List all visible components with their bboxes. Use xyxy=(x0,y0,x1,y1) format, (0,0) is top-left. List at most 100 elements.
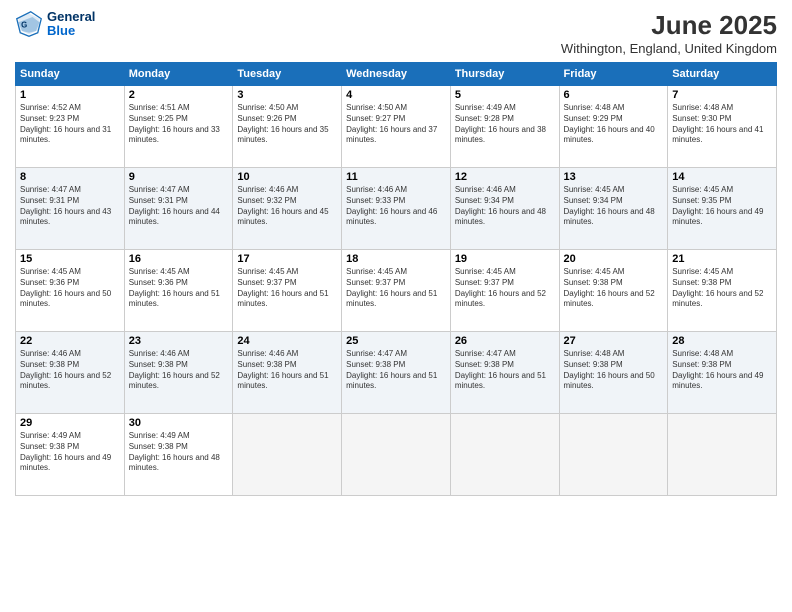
calendar-cell: 16 Sunrise: 4:45 AM Sunset: 9:36 PM Dayli… xyxy=(124,250,233,332)
calendar-cell: 20 Sunrise: 4:45 AM Sunset: 9:38 PM Dayli… xyxy=(559,250,668,332)
calendar-cell: 30 Sunrise: 4:49 AM Sunset: 9:38 PM Dayli… xyxy=(124,414,233,496)
cell-info: Sunrise: 4:46 AM Sunset: 9:33 PM Dayligh… xyxy=(346,185,446,228)
day-number: 20 xyxy=(564,253,664,265)
calendar-cell: 4 Sunrise: 4:50 AM Sunset: 9:27 PM Daylig… xyxy=(342,86,451,168)
cell-info: Sunrise: 4:45 AM Sunset: 9:36 PM Dayligh… xyxy=(129,267,229,310)
day-number: 15 xyxy=(20,253,120,265)
calendar-cell: 23 Sunrise: 4:46 AM Sunset: 9:38 PM Dayli… xyxy=(124,332,233,414)
day-number: 6 xyxy=(564,89,664,101)
calendar-cell: 5 Sunrise: 4:49 AM Sunset: 9:28 PM Daylig… xyxy=(450,86,559,168)
day-number: 4 xyxy=(346,89,446,101)
cell-info: Sunrise: 4:46 AM Sunset: 9:38 PM Dayligh… xyxy=(20,349,120,392)
cell-info: Sunrise: 4:49 AM Sunset: 9:28 PM Dayligh… xyxy=(455,103,555,146)
cell-info: Sunrise: 4:50 AM Sunset: 9:26 PM Dayligh… xyxy=(237,103,337,146)
day-number: 9 xyxy=(129,171,229,183)
calendar-week-row: 22Sunrise: 4:46 AM Sunset: 9:38 PM Dayli… xyxy=(16,332,777,414)
calendar-cell: 26 Sunrise: 4:47 AM Sunset: 9:38 PM Dayli… xyxy=(450,332,559,414)
calendar-cell: 1 Sunrise: 4:52 AM Sunset: 9:23 PM Daylig… xyxy=(16,86,125,168)
cell-info: Sunrise: 4:52 AM Sunset: 9:23 PM Dayligh… xyxy=(20,103,120,146)
calendar-cell xyxy=(342,414,451,496)
cell-info: Sunrise: 4:49 AM Sunset: 9:38 PM Dayligh… xyxy=(129,431,229,474)
cell-info: Sunrise: 4:45 AM Sunset: 9:35 PM Dayligh… xyxy=(672,185,772,228)
calendar-cell: 3 Sunrise: 4:50 AM Sunset: 9:26 PM Daylig… xyxy=(233,86,342,168)
logo: G General Blue xyxy=(15,10,95,39)
cell-info: Sunrise: 4:51 AM Sunset: 9:25 PM Dayligh… xyxy=(129,103,229,146)
day-number: 10 xyxy=(237,171,337,183)
day-number: 19 xyxy=(455,253,555,265)
page-title: June 2025 xyxy=(561,10,777,41)
calendar-cell: 24Sunrise: 4:46 AM Sunset: 9:38 PM Dayli… xyxy=(233,332,342,414)
calendar-week-row: 29 Sunrise: 4:49 AM Sunset: 9:38 PM Dayli… xyxy=(16,414,777,496)
col-header-thursday: Thursday xyxy=(450,63,559,86)
col-header-saturday: Saturday xyxy=(668,63,777,86)
cell-info: Sunrise: 4:48 AM Sunset: 9:29 PM Dayligh… xyxy=(564,103,664,146)
cell-info: Sunrise: 4:47 AM Sunset: 9:38 PM Dayligh… xyxy=(455,349,555,392)
cell-info: Sunrise: 4:48 AM Sunset: 9:38 PM Dayligh… xyxy=(672,349,772,392)
day-number: 25 xyxy=(346,335,446,347)
calendar-week-row: 8 Sunrise: 4:47 AM Sunset: 9:31 PM Daylig… xyxy=(16,168,777,250)
day-number: 3 xyxy=(237,89,337,101)
calendar-cell xyxy=(233,414,342,496)
day-number: 7 xyxy=(672,89,772,101)
cell-info: Sunrise: 4:45 AM Sunset: 9:37 PM Dayligh… xyxy=(237,267,337,310)
day-number: 12 xyxy=(455,171,555,183)
calendar-cell: 8 Sunrise: 4:47 AM Sunset: 9:31 PM Daylig… xyxy=(16,168,125,250)
calendar-cell: 10Sunrise: 4:46 AM Sunset: 9:32 PM Dayli… xyxy=(233,168,342,250)
cell-info: Sunrise: 4:47 AM Sunset: 9:38 PM Dayligh… xyxy=(346,349,446,392)
day-number: 29 xyxy=(20,417,120,429)
cell-info: Sunrise: 4:45 AM Sunset: 9:38 PM Dayligh… xyxy=(564,267,664,310)
calendar-cell: 19 Sunrise: 4:45 AM Sunset: 9:37 PM Dayli… xyxy=(450,250,559,332)
logo-text: General Blue xyxy=(47,10,95,39)
day-number: 11 xyxy=(346,171,446,183)
day-number: 16 xyxy=(129,253,229,265)
cell-info: Sunrise: 4:46 AM Sunset: 9:38 PM Dayligh… xyxy=(129,349,229,392)
day-number: 30 xyxy=(129,417,229,429)
calendar-cell: 15 Sunrise: 4:45 AM Sunset: 9:36 PM Dayli… xyxy=(16,250,125,332)
calendar-cell: 27Sunrise: 4:48 AM Sunset: 9:38 PM Dayli… xyxy=(559,332,668,414)
calendar-cell: 21 Sunrise: 4:45 AM Sunset: 9:38 PM Dayli… xyxy=(668,250,777,332)
calendar-cell xyxy=(450,414,559,496)
calendar-cell: 29 Sunrise: 4:49 AM Sunset: 9:38 PM Dayli… xyxy=(16,414,125,496)
calendar-cell: 13 Sunrise: 4:45 AM Sunset: 9:34 PM Dayli… xyxy=(559,168,668,250)
calendar-cell: 17 Sunrise: 4:45 AM Sunset: 9:37 PM Dayli… xyxy=(233,250,342,332)
day-number: 23 xyxy=(129,335,229,347)
calendar-cell: 7 Sunrise: 4:48 AM Sunset: 9:30 PM Daylig… xyxy=(668,86,777,168)
cell-info: Sunrise: 4:48 AM Sunset: 9:30 PM Dayligh… xyxy=(672,103,772,146)
calendar-cell: 2Sunrise: 4:51 AM Sunset: 9:25 PM Daylig… xyxy=(124,86,233,168)
calendar-cell xyxy=(668,414,777,496)
calendar-cell: 22Sunrise: 4:46 AM Sunset: 9:38 PM Dayli… xyxy=(16,332,125,414)
svg-text:G: G xyxy=(21,21,27,30)
day-number: 13 xyxy=(564,171,664,183)
col-header-friday: Friday xyxy=(559,63,668,86)
calendar-cell: 18Sunrise: 4:45 AM Sunset: 9:37 PM Dayli… xyxy=(342,250,451,332)
day-number: 28 xyxy=(672,335,772,347)
col-header-sunday: Sunday xyxy=(16,63,125,86)
cell-info: Sunrise: 4:47 AM Sunset: 9:31 PM Dayligh… xyxy=(129,185,229,228)
cell-info: Sunrise: 4:45 AM Sunset: 9:37 PM Dayligh… xyxy=(455,267,555,310)
calendar-cell: 25 Sunrise: 4:47 AM Sunset: 9:38 PM Dayli… xyxy=(342,332,451,414)
calendar-cell: 12 Sunrise: 4:46 AM Sunset: 9:34 PM Dayli… xyxy=(450,168,559,250)
calendar-table: SundayMondayTuesdayWednesdayThursdayFrid… xyxy=(15,62,777,496)
cell-info: Sunrise: 4:45 AM Sunset: 9:36 PM Dayligh… xyxy=(20,267,120,310)
cell-info: Sunrise: 4:49 AM Sunset: 9:38 PM Dayligh… xyxy=(20,431,120,474)
cell-info: Sunrise: 4:45 AM Sunset: 9:38 PM Dayligh… xyxy=(672,267,772,310)
cell-info: Sunrise: 4:46 AM Sunset: 9:34 PM Dayligh… xyxy=(455,185,555,228)
page-header: G General Blue June 2025 Withington, Eng… xyxy=(15,10,777,56)
cell-info: Sunrise: 4:47 AM Sunset: 9:31 PM Dayligh… xyxy=(20,185,120,228)
day-number: 18 xyxy=(346,253,446,265)
day-number: 8 xyxy=(20,171,120,183)
day-number: 26 xyxy=(455,335,555,347)
day-number: 5 xyxy=(455,89,555,101)
day-number: 21 xyxy=(672,253,772,265)
page-subtitle: Withington, England, United Kingdom xyxy=(561,41,777,56)
calendar-week-row: 1 Sunrise: 4:52 AM Sunset: 9:23 PM Daylig… xyxy=(16,86,777,168)
day-number: 1 xyxy=(20,89,120,101)
day-number: 24 xyxy=(237,335,337,347)
calendar-cell: 14Sunrise: 4:45 AM Sunset: 9:35 PM Dayli… xyxy=(668,168,777,250)
cell-info: Sunrise: 4:50 AM Sunset: 9:27 PM Dayligh… xyxy=(346,103,446,146)
cell-info: Sunrise: 4:45 AM Sunset: 9:34 PM Dayligh… xyxy=(564,185,664,228)
calendar-week-row: 15 Sunrise: 4:45 AM Sunset: 9:36 PM Dayli… xyxy=(16,250,777,332)
col-header-wednesday: Wednesday xyxy=(342,63,451,86)
calendar-cell: 28 Sunrise: 4:48 AM Sunset: 9:38 PM Dayli… xyxy=(668,332,777,414)
day-number: 17 xyxy=(237,253,337,265)
